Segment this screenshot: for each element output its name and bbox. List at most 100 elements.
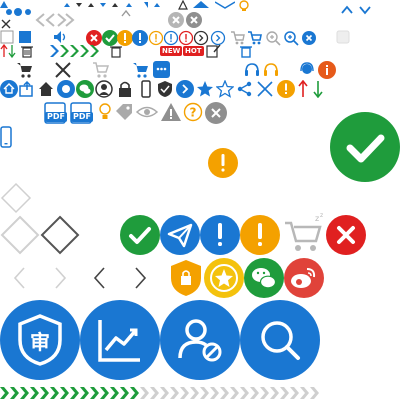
send-icon[interactable]: [160, 215, 200, 255]
svg-text:z: z: [320, 212, 323, 219]
edit-icon[interactable]: [206, 44, 222, 58]
chevron-right-icon[interactable]: [62, 12, 76, 28]
chevron-mark: [310, 387, 319, 399]
zoom-in-icon[interactable]: [283, 30, 299, 46]
warning-icon: [277, 80, 295, 98]
chevron-mark: [100, 387, 109, 399]
chevron-right-icon[interactable]: [132, 265, 148, 291]
close-circle-icon[interactable]: [186, 12, 202, 28]
chevron-mark: [110, 387, 119, 399]
warning-icon: [160, 102, 182, 122]
chevron-mark: [20, 387, 29, 399]
chart-icon[interactable]: [80, 300, 160, 380]
warning-icon: [240, 215, 280, 255]
mobile-icon[interactable]: [137, 80, 155, 98]
zoom-in-icon[interactable]: [265, 30, 281, 46]
arrow-up-icon: [298, 80, 308, 98]
star-icon[interactable]: [196, 80, 214, 98]
chevron-mark: [280, 387, 289, 399]
checkbox-icon[interactable]: [0, 30, 14, 44]
chevron-mark: [160, 387, 169, 399]
trash-icon[interactable]: [238, 44, 254, 58]
dots-icon: [5, 7, 33, 17]
chevron-mark: [230, 387, 239, 399]
new-badge: NEW: [160, 46, 183, 56]
double-chevron-right-icon: [48, 44, 108, 58]
trash-icon[interactable]: [108, 44, 124, 58]
close-circle-icon[interactable]: [168, 12, 184, 28]
caret-icon: [64, 0, 164, 10]
shopping-cart-icon[interactable]: [132, 61, 150, 79]
chevron-up-icon[interactable]: [340, 3, 354, 17]
chevron-left-icon[interactable]: [12, 265, 28, 291]
share-icon[interactable]: [236, 80, 254, 98]
chevron-mark: [150, 387, 159, 399]
chevron-mark: [250, 387, 259, 399]
home-icon[interactable]: [0, 80, 18, 98]
shopping-cart-empty-icon[interactable]: zz: [282, 211, 326, 255]
headset-icon[interactable]: [298, 61, 316, 79]
chevron-mark: [260, 387, 269, 399]
svg-text:z: z: [315, 214, 319, 223]
wechat-icon[interactable]: [76, 80, 94, 98]
weibo-icon[interactable]: [284, 258, 324, 298]
error-outline-icon: [178, 30, 194, 46]
chevron-mark: [200, 387, 209, 399]
chevron-right-icon[interactable]: [52, 265, 68, 291]
pdf-label: PDF: [45, 112, 67, 122]
chevron-mark: [190, 387, 199, 399]
checkbox-checked-icon[interactable]: [18, 30, 32, 44]
chevron-mark: [290, 387, 299, 399]
trash-icon[interactable]: [20, 44, 34, 58]
chevron-mark: [40, 387, 49, 399]
warning-outline-icon: [148, 30, 164, 46]
star-badge-icon: [204, 258, 244, 298]
pdf-label: PDF: [71, 112, 93, 122]
warning-icon: [208, 148, 238, 178]
headset-icon[interactable]: [243, 61, 261, 79]
star-outline-icon[interactable]: [216, 80, 234, 98]
chevron-mark: [210, 387, 219, 399]
approve-glyph: 审: [30, 330, 50, 354]
chevron-mark: [70, 387, 79, 399]
close-icon[interactable]: [54, 61, 72, 79]
close-icon[interactable]: [256, 80, 274, 98]
info-icon: [200, 215, 240, 255]
chat-icon[interactable]: [153, 61, 170, 78]
mobile-icon[interactable]: [0, 126, 12, 148]
lock-icon[interactable]: [116, 80, 134, 98]
chevron-mark: [30, 387, 39, 399]
shopping-cart-icon[interactable]: [16, 61, 34, 79]
headset-icon[interactable]: [262, 61, 280, 79]
chevron-mark: [220, 387, 229, 399]
caret-icon: [193, 0, 209, 10]
user-block-icon[interactable]: [160, 300, 240, 380]
lightbulb-icon: [96, 102, 114, 122]
speaker-icon[interactable]: [52, 29, 68, 45]
chevron-mark: [60, 387, 69, 399]
circle-icon: [57, 80, 75, 98]
chevron-mark: [130, 387, 139, 399]
chevron-mark: [180, 387, 189, 399]
eye-icon[interactable]: [136, 102, 158, 122]
wechat-icon[interactable]: [244, 258, 284, 298]
search-icon[interactable]: [240, 300, 320, 380]
info-outline-icon: [163, 30, 179, 46]
home-icon[interactable]: [37, 80, 55, 98]
close-circle-icon[interactable]: [302, 31, 316, 45]
info-icon: [132, 30, 148, 46]
chevron-mark: [140, 387, 149, 399]
chevron-right-circle-icon[interactable]: [176, 80, 194, 98]
share-box-icon[interactable]: [18, 80, 36, 98]
info-icon: [318, 61, 336, 79]
user-icon[interactable]: [95, 80, 113, 98]
close-circle-icon[interactable]: [205, 102, 227, 124]
question-icon[interactable]: ?: [183, 102, 203, 122]
arrow-down-icon: [313, 80, 323, 98]
chevron-left-icon[interactable]: [92, 265, 108, 291]
shopping-cart-icon[interactable]: [92, 61, 110, 79]
diamond-icon: [0, 182, 32, 214]
close-icon[interactable]: [0, 18, 12, 30]
chevron-up-icon[interactable]: [120, 8, 132, 20]
chevron-down-icon[interactable]: [358, 3, 372, 17]
